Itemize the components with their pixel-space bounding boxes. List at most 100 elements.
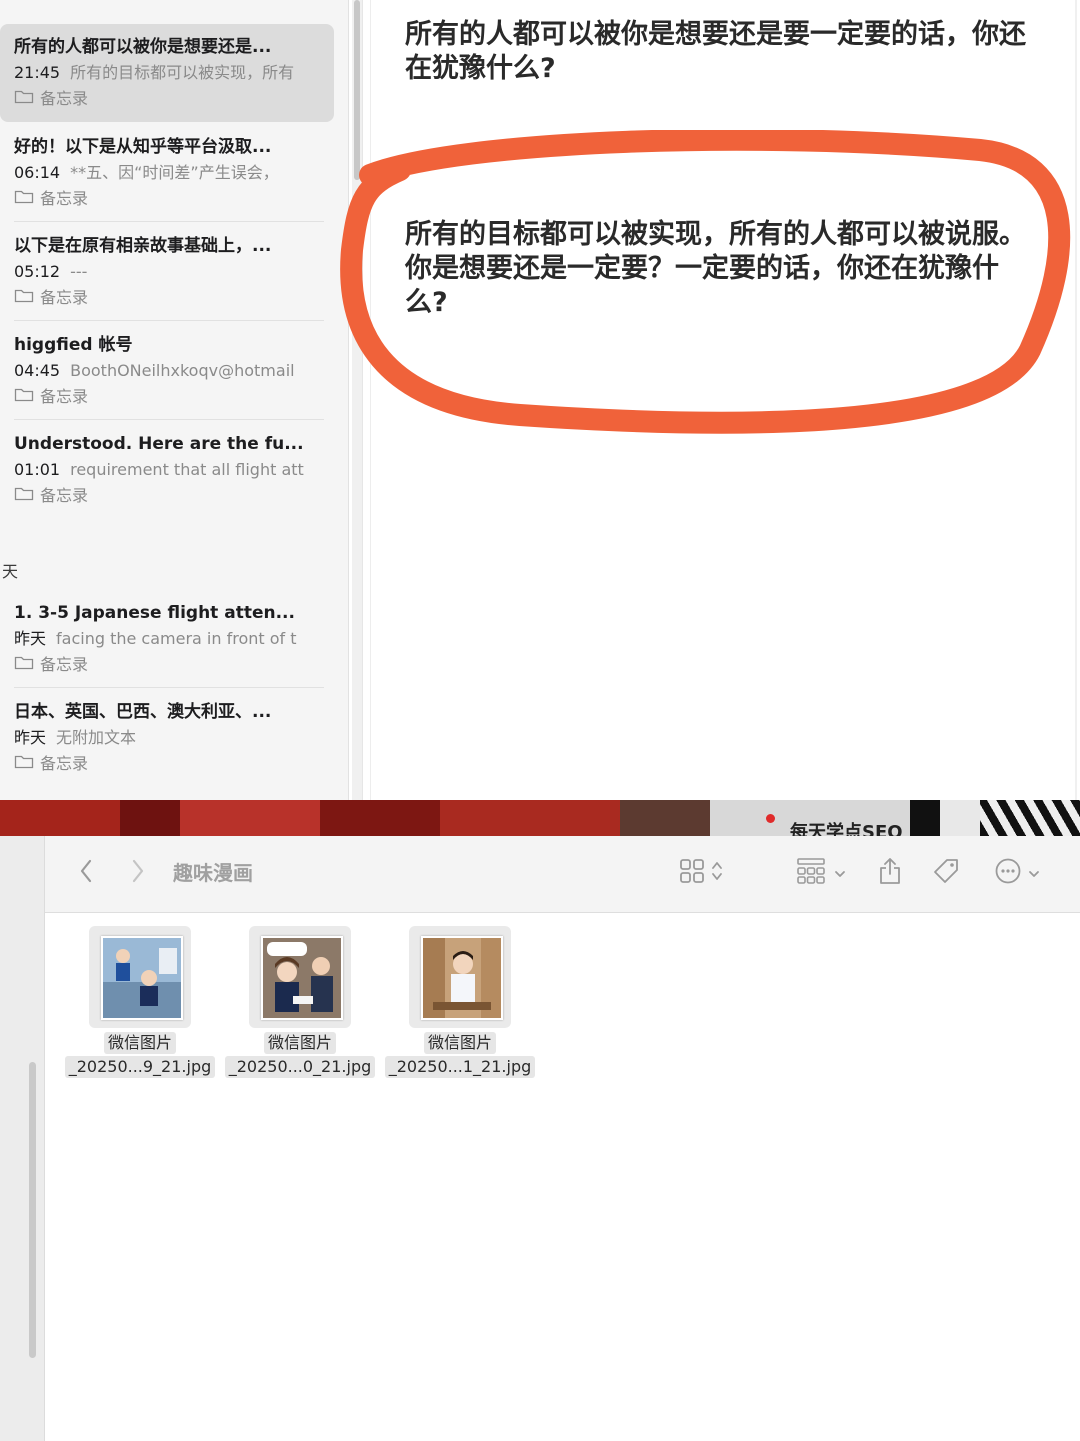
- editor-scrollbar: [1075, 0, 1077, 800]
- note-time: 04:45: [14, 361, 61, 380]
- scrollbar-thumb[interactable]: [354, 0, 360, 180]
- folder-icon: [14, 88, 34, 110]
- file-name-line2: _20250...9_21.jpg: [64, 1056, 216, 1078]
- note-folder-label: 备忘录: [40, 754, 89, 773]
- note-item[interactable]: 以下是在原有相亲故事基础上，... 05:12 --- 备忘录: [0, 223, 334, 321]
- note-list-scrollbar[interactable]: [352, 0, 363, 800]
- file-thumbnail-frame: [409, 926, 511, 1028]
- group-button[interactable]: [793, 858, 849, 888]
- back-button[interactable]: [73, 858, 99, 888]
- folder-icon: [14, 287, 34, 309]
- note-item[interactable]: 好的！以下是从知乎等平台汲取... 06:14 **五、因“时间差”产生误会， 备…: [0, 124, 334, 222]
- file-thumbnail-image: [261, 936, 343, 1020]
- finder-toolbar: 趣味漫画: [45, 836, 1080, 913]
- note-folder-label: 备忘录: [40, 387, 89, 406]
- file-name-line1: 微信图片: [423, 1032, 496, 1054]
- file-name-line2: _20250...0_21.jpg: [224, 1056, 376, 1078]
- note-title: 所有的人都可以被你是想要还是...: [14, 37, 272, 57]
- note-folder-label: 备忘录: [40, 288, 89, 307]
- more-icon: [994, 857, 1022, 889]
- grid-view-icon: [679, 858, 705, 888]
- note-meta: 06:14 **五、因“时间差”产生误会，: [14, 162, 314, 184]
- note-folder-label: 备忘录: [40, 486, 89, 505]
- note-folder-label: 备忘录: [40, 655, 89, 674]
- folder-icon: [14, 188, 34, 210]
- share-button[interactable]: [875, 858, 905, 888]
- back-icon: [79, 859, 93, 887]
- note-paragraph[interactable]: 所有的人都可以被你是想要还是要一定要的话，你还在犹豫什么?: [405, 18, 1035, 86]
- file-item[interactable]: 微信图片 _20250...9_21.jpg: [60, 926, 220, 1078]
- note-title: 1. 3-5 Japanese flight atten...: [14, 603, 295, 623]
- note-meta: 昨天 facing the camera in front of t: [14, 628, 314, 650]
- note-meta: 01:01 requirement that all flight att: [14, 459, 314, 481]
- note-preview: 所有的目标都可以被实现，所有: [70, 63, 295, 82]
- wallpaper-segment: [180, 800, 320, 836]
- more-actions-button[interactable]: [989, 858, 1045, 888]
- wallpaper-segment: [940, 800, 980, 836]
- tag-icon: [932, 857, 960, 889]
- note-item[interactable]: Understood. Here are the fu... 01:01 requ…: [0, 421, 334, 519]
- share-icon: [878, 857, 902, 889]
- background-wallpaper-strip: 每天学点SEO: [0, 800, 1080, 836]
- wallpaper-segment: [120, 800, 180, 836]
- note-time: 06:14: [14, 163, 61, 182]
- note-folder-label: 备忘录: [40, 89, 89, 108]
- notes-window: 所有的人都可以被你是想要还是... 21:45 所有的目标都可以被实现，所有 备忘…: [0, 0, 1080, 800]
- note-folder-label: 备忘录: [40, 189, 89, 208]
- note-title: 以下是在原有相亲故事基础上，...: [14, 236, 272, 256]
- finder-window: 趣味漫画 微信图片 _20250...9_21.jpg 微信图片 _20250.…: [0, 836, 1080, 1441]
- note-folder: 备忘录: [14, 485, 334, 507]
- wallpaper-segment: [980, 800, 1080, 836]
- note-item[interactable]: 所有的人都可以被你是想要还是... 21:45 所有的目标都可以被实现，所有 备忘…: [0, 24, 334, 122]
- folder-icon: [14, 386, 34, 408]
- notification-dot: [766, 814, 775, 823]
- file-name-line1: 微信图片: [263, 1032, 336, 1054]
- note-time: 01:01: [14, 460, 61, 479]
- note-meta: 21:45 所有的目标都可以被实现，所有: [14, 62, 314, 84]
- file-name-line2: _20250...1_21.jpg: [384, 1056, 536, 1078]
- note-folder: 备忘录: [14, 654, 334, 676]
- file-item[interactable]: 微信图片 _20250...1_21.jpg: [380, 926, 540, 1078]
- note-item[interactable]: 日本、英国、巴西、澳大利亚、... 昨天 无附加文本 备忘录: [0, 689, 334, 787]
- note-item[interactable]: higgfied 帐号 04:45 BoothONeilhxkoqv@hotmai…: [0, 322, 334, 420]
- chevron-updown-icon: [711, 860, 723, 886]
- file-thumbnail-frame: [249, 926, 351, 1028]
- note-preview: **五、因“时间差”产生误会，: [70, 163, 279, 182]
- note-preview: BoothONeilhxkoqv@hotmail: [70, 361, 295, 380]
- note-meta: 昨天 无附加文本: [14, 727, 314, 749]
- file-item[interactable]: 微信图片 _20250...0_21.jpg: [220, 926, 380, 1078]
- chevron-down-icon: [834, 864, 846, 883]
- file-thumbnail-frame: [89, 926, 191, 1028]
- note-preview: ---: [70, 262, 88, 281]
- wallpaper-segment: [320, 800, 440, 836]
- tag-button[interactable]: [929, 858, 963, 888]
- note-time: 昨天: [14, 728, 47, 747]
- note-folder: 备忘录: [14, 753, 334, 775]
- note-time: 昨天: [14, 629, 47, 648]
- note-editor[interactable]: 所有的人都可以被你是想要还是要一定要的话，你还在犹豫什么? 所有的目标都可以被实…: [370, 0, 1080, 800]
- forward-button[interactable]: [125, 858, 151, 888]
- file-name-line1: 微信图片: [103, 1032, 176, 1054]
- chevron-down-icon: [1028, 864, 1040, 883]
- view-mode-button[interactable]: [673, 858, 729, 888]
- wallpaper-segment: [0, 800, 120, 836]
- wallpaper-segment: [910, 800, 940, 836]
- note-meta: 04:45 BoothONeilhxkoqv@hotmail: [14, 360, 314, 382]
- folder-title: 趣味漫画: [173, 861, 253, 885]
- note-item[interactable]: 1. 3-5 Japanese flight atten... 昨天 facing…: [0, 590, 334, 688]
- note-title: Understood. Here are the fu...: [14, 434, 304, 454]
- note-paragraph-highlighted[interactable]: 所有的目标都可以被实现，所有的人都可以被说服。你是想要还是一定要？一定要的话，你…: [405, 218, 1035, 320]
- note-folder: 备忘录: [14, 88, 334, 110]
- section-header-yesterday: 天: [2, 562, 19, 581]
- note-preview: 无附加文本: [56, 728, 137, 747]
- note-list: 所有的人都可以被你是想要还是... 21:45 所有的目标都可以被实现，所有 备忘…: [0, 0, 349, 800]
- folder-icon: [14, 654, 34, 676]
- note-time: 05:12: [14, 262, 61, 281]
- divider: [14, 687, 324, 688]
- note-time: 21:45: [14, 63, 61, 82]
- sidebar-scrollbar[interactable]: [29, 1062, 36, 1358]
- forward-icon: [131, 859, 145, 887]
- note-folder: 备忘录: [14, 188, 334, 210]
- note-preview: facing the camera in front of t: [56, 629, 297, 648]
- file-thumbnail-image: [421, 936, 503, 1020]
